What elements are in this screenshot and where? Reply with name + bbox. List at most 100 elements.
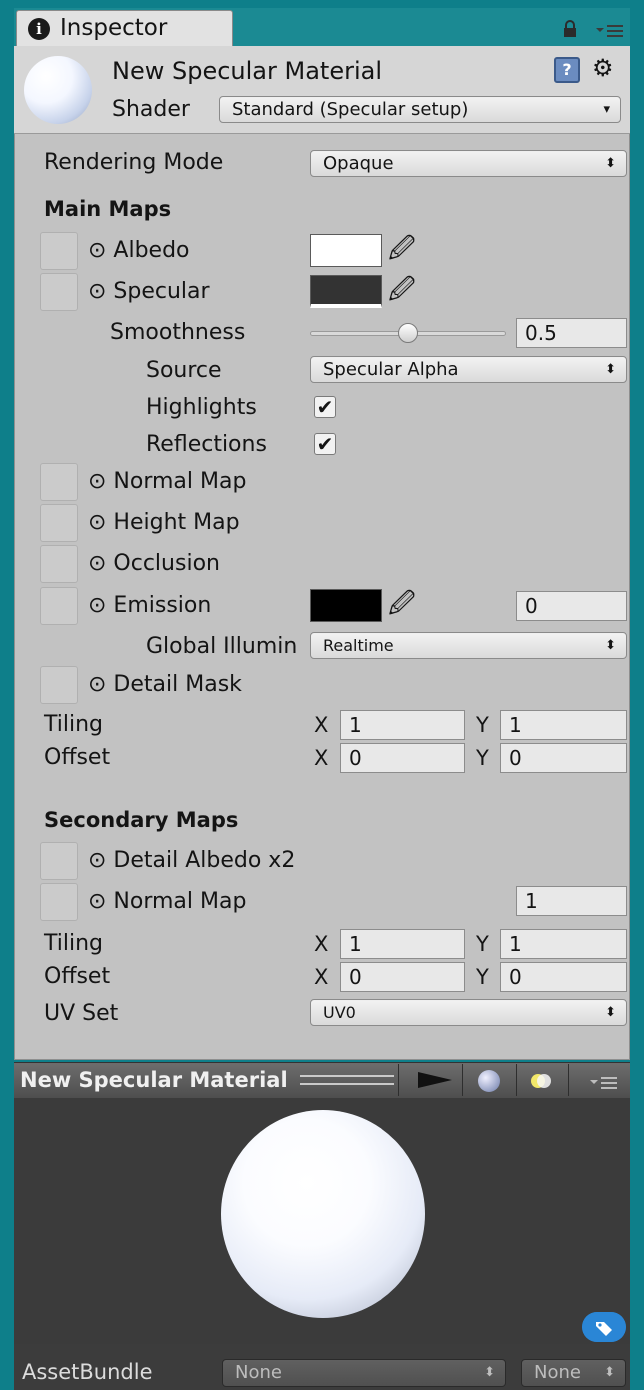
secondary-tiling-y-field[interactable]: 1 [500, 929, 627, 959]
occlusion-label: ⊙ Occlusion [88, 551, 220, 576]
tab-inspector-label: Inspector [60, 15, 168, 41]
highlights-checkbox[interactable]: ✔ [314, 396, 336, 418]
play-icon[interactable] [418, 1066, 452, 1094]
secondary-tiling-x-field[interactable]: 1 [340, 929, 465, 959]
main-maps-title: Main Maps [44, 197, 172, 221]
specular-color-swatch[interactable] [310, 275, 382, 308]
updown-arrow-icon: ⬍ [484, 1365, 495, 1380]
toolbar-separator [462, 1064, 463, 1096]
highlights-label: Highlights [146, 395, 257, 420]
reflections-checkbox[interactable]: ✔ [314, 433, 336, 455]
asset-bundle-name-dropdown[interactable]: None ⬍ [222, 1359, 506, 1387]
updown-arrow-icon: ⬍ [605, 362, 616, 377]
preview-menu-icon[interactable] [590, 1074, 618, 1090]
drag-handle-icon[interactable] [300, 1075, 394, 1085]
emission-texture-slot[interactable] [40, 587, 78, 625]
toolbar-separator [568, 1064, 569, 1096]
smoothness-slider-handle[interactable] [398, 323, 418, 343]
source-value: Specular Alpha [323, 359, 459, 380]
rendering-mode-value: Opaque [323, 153, 394, 174]
lock-icon[interactable] [562, 20, 578, 38]
tab-menu-icon[interactable] [596, 22, 624, 38]
offset-label: Offset [44, 745, 111, 770]
uv-set-dropdown[interactable]: UV0 ⬍ [310, 999, 627, 1026]
global-illumination-value: Realtime [323, 636, 394, 655]
rendering-mode-label: Rendering Mode [44, 150, 224, 175]
normal-map-label: ⊙ Normal Map [88, 469, 247, 494]
axis-x-label: X [314, 932, 329, 956]
axis-y-label: Y [476, 965, 489, 989]
tiling-x-field[interactable]: 1 [340, 710, 465, 740]
shader-value: Standard (Specular setup) [232, 99, 469, 120]
updown-arrow-icon: ⬍ [604, 1365, 615, 1380]
detail-mask-label: ⊙ Detail Mask [88, 672, 242, 697]
normal-map-texture-slot[interactable] [40, 463, 78, 501]
material-thumbnail [24, 56, 92, 124]
smoothness-field[interactable]: 0.5 [516, 318, 627, 348]
reflections-label: Reflections [146, 432, 267, 457]
axis-y-label: Y [476, 713, 489, 737]
albedo-label: ⊙ Albedo [88, 238, 190, 263]
label-tag-icon[interactable] [582, 1312, 626, 1342]
gear-icon[interactable]: ⚙ [592, 54, 614, 82]
uv-set-label: UV Set [44, 1001, 119, 1026]
axis-x-label: X [314, 713, 329, 737]
shader-label: Shader [112, 97, 190, 122]
global-illumination-label: Global Illumin [146, 634, 298, 659]
secondary-offset-x-field[interactable]: 0 [340, 962, 465, 992]
detail-albedo-texture-slot[interactable] [40, 842, 78, 880]
axis-x-label: X [314, 746, 329, 770]
updown-arrow-icon: ⬍ [605, 638, 616, 653]
info-icon: i [28, 18, 50, 40]
axis-y-label: Y [476, 746, 489, 770]
albedo-texture-slot[interactable] [40, 232, 78, 270]
axis-y-label: Y [476, 932, 489, 956]
offset-x-field[interactable]: 0 [340, 743, 465, 773]
preview-sphere-icon[interactable] [478, 1070, 500, 1092]
detail-albedo-label: ⊙ Detail Albedo x2 [88, 848, 296, 873]
specular-texture-slot[interactable] [40, 273, 78, 311]
asset-bundle-variant-value: None [534, 1362, 581, 1383]
height-map-label: ⊙ Height Map [88, 510, 240, 535]
secondary-offset-y-field[interactable]: 0 [500, 962, 627, 992]
help-icon[interactable]: ? [554, 57, 580, 83]
emission-color-swatch[interactable] [310, 589, 382, 622]
shader-dropdown[interactable]: Standard (Specular setup) ▾ [219, 96, 621, 123]
preview-title: New Specular Material [20, 1068, 288, 1092]
detail-mask-texture-slot[interactable] [40, 666, 78, 704]
asset-bundle-name-value: None [235, 1362, 282, 1383]
material-name: New Specular Material [112, 57, 382, 85]
toolbar-separator [516, 1064, 517, 1096]
secondary-maps-title: Secondary Maps [44, 808, 239, 832]
tiling-y-field[interactable]: 1 [500, 710, 627, 740]
source-label: Source [146, 358, 222, 383]
eyedropper-icon[interactable]: 🖉 [388, 589, 416, 619]
offset-y-field[interactable]: 0 [500, 743, 627, 773]
global-illumination-dropdown[interactable]: Realtime ⬍ [310, 632, 627, 659]
light-toggle-icon[interactable] [530, 1072, 552, 1090]
asset-bundle-variant-dropdown[interactable]: None ⬍ [521, 1359, 626, 1387]
material-preview-sphere [221, 1110, 425, 1318]
secondary-normal-map-field[interactable]: 1 [516, 886, 627, 916]
eyedropper-icon[interactable]: 🖉 [388, 234, 416, 264]
specular-label: ⊙ Specular [88, 279, 210, 304]
albedo-color-swatch[interactable] [310, 234, 382, 267]
source-dropdown[interactable]: Specular Alpha ⬍ [310, 356, 627, 383]
asset-bundle-label: AssetBundle [22, 1360, 153, 1384]
emission-field[interactable]: 0 [516, 591, 627, 621]
eyedropper-icon[interactable]: 🖉 [388, 275, 416, 305]
toolbar-separator [398, 1064, 399, 1096]
smoothness-label: Smoothness [110, 320, 246, 345]
rendering-mode-dropdown[interactable]: Opaque ⬍ [310, 150, 627, 177]
occlusion-texture-slot[interactable] [40, 545, 78, 583]
secondary-tiling-label: Tiling [44, 931, 104, 956]
updown-arrow-icon: ⬍ [605, 156, 616, 171]
tiling-label: Tiling [44, 712, 104, 737]
height-map-texture-slot[interactable] [40, 504, 78, 542]
secondary-normal-map-label: ⊙ Normal Map [88, 889, 247, 914]
axis-x-label: X [314, 965, 329, 989]
chevron-down-icon: ▾ [603, 102, 610, 117]
uv-set-value: UV0 [323, 1003, 356, 1022]
updown-arrow-icon: ⬍ [605, 1005, 616, 1020]
secondary-normal-map-texture-slot[interactable] [40, 883, 78, 921]
